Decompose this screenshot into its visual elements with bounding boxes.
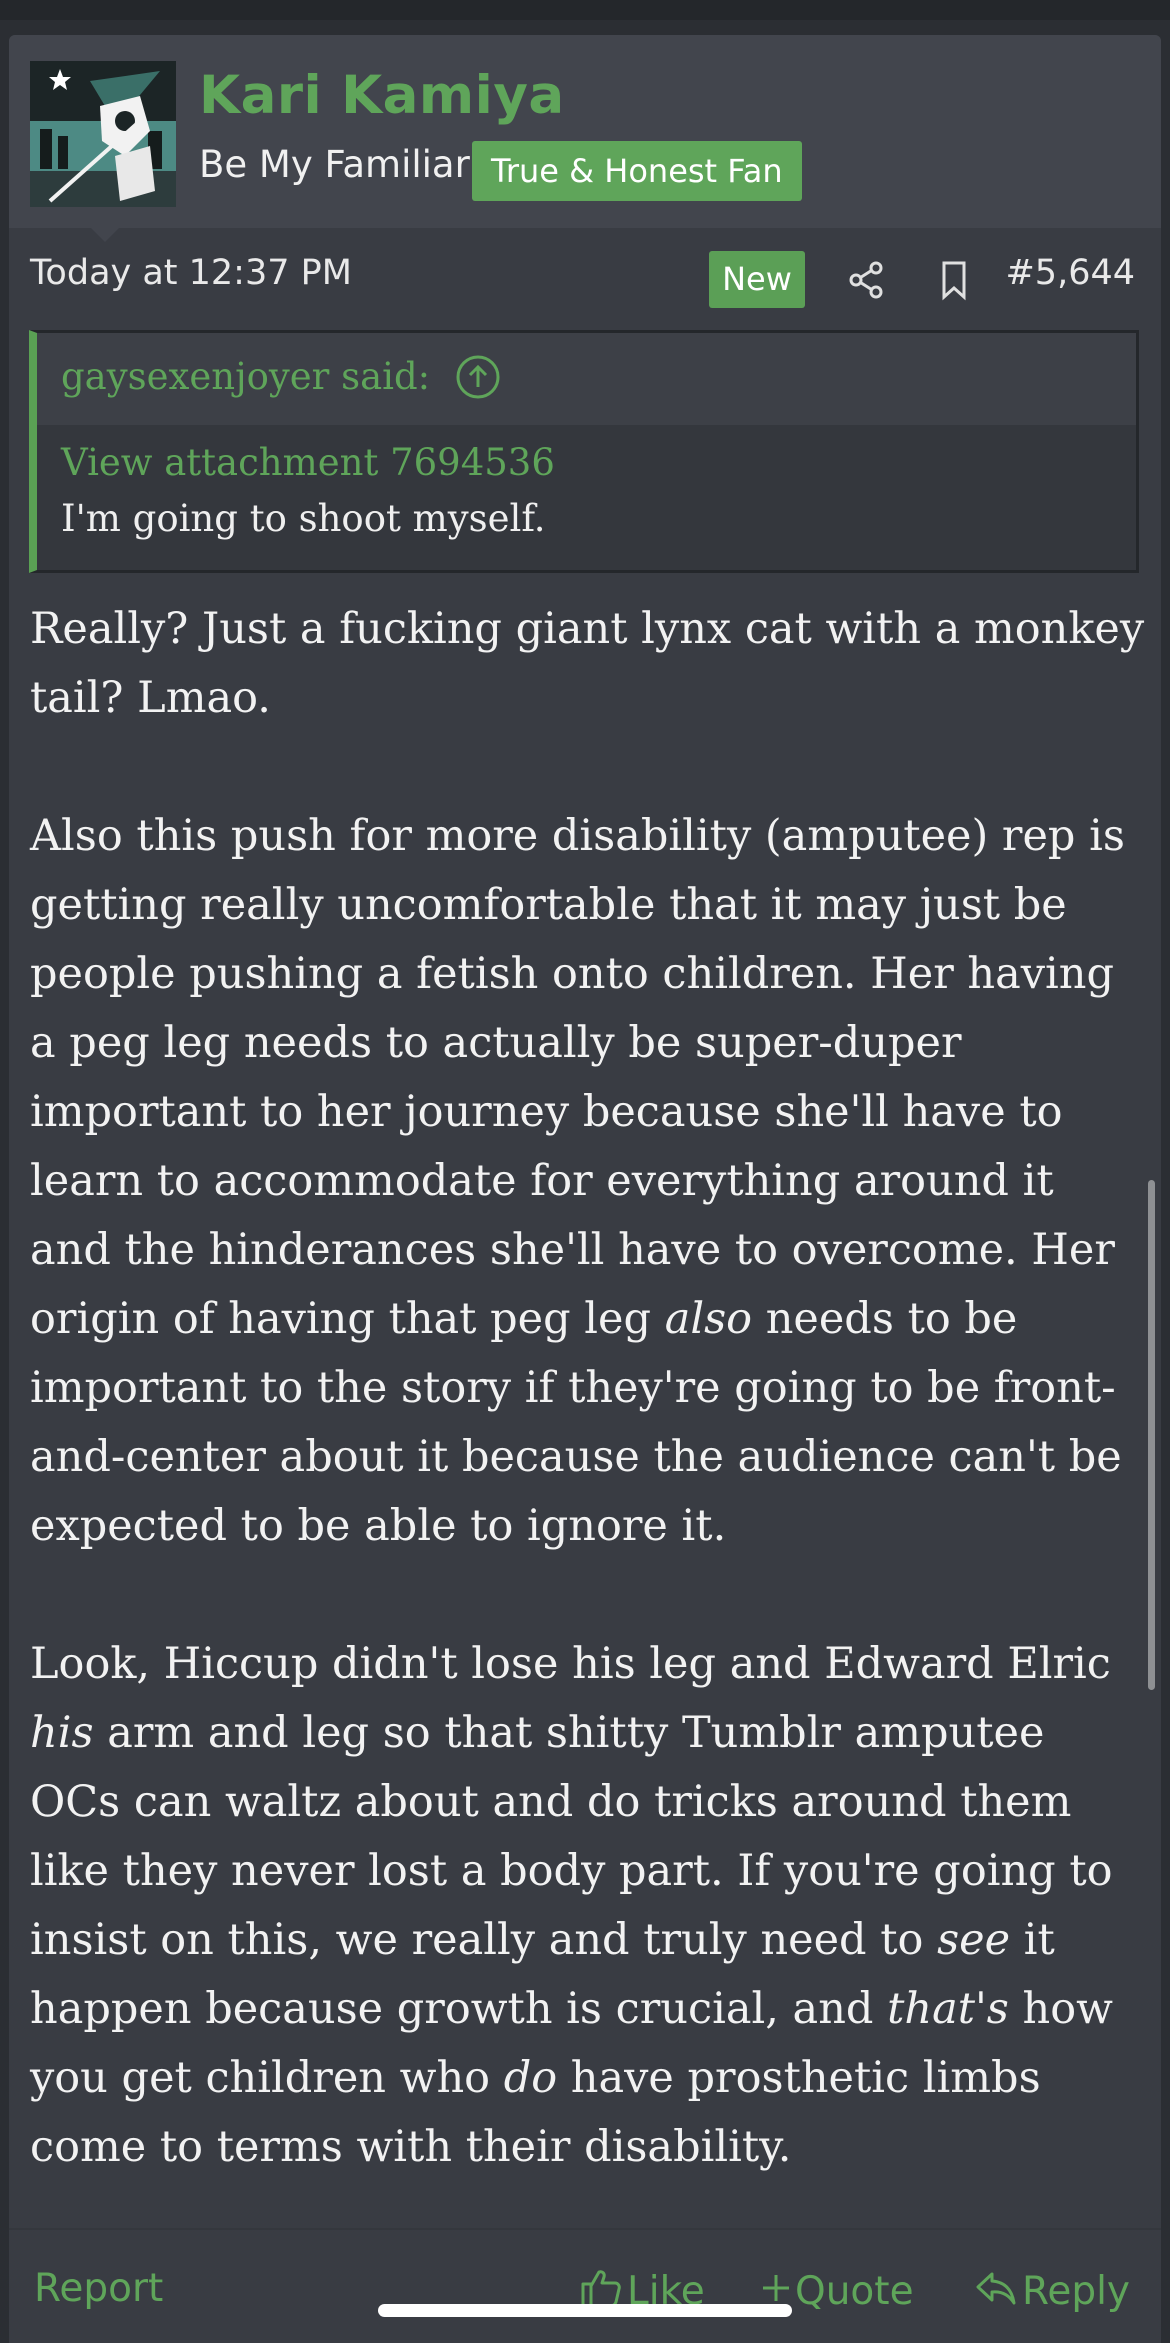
- quote-author[interactable]: gaysexenjoyer said:: [61, 355, 430, 398]
- reply-label: Reply: [1022, 2269, 1131, 2314]
- body-line: expected to be able to ignore it.: [30, 1501, 727, 1551]
- body-line: tail? Lmao.: [30, 673, 271, 723]
- body-line: insist on this, we really and truly need…: [30, 1906, 1161, 1975]
- quote-attachment-link[interactable]: View attachment 7694536: [61, 441, 555, 484]
- body-emphasis: that's: [887, 1984, 1009, 2034]
- top-bar: [0, 0, 1170, 20]
- body-line: like they never lost a body part. If you…: [30, 1846, 1113, 1896]
- post-header: Kari Kamiya Be My Familiar True & Honest…: [9, 35, 1161, 228]
- body-line: Really? Just a fucking giant lynx cat wi…: [30, 604, 1145, 654]
- quote-block: gaysexenjoyer said: View attachment 7694…: [29, 330, 1139, 573]
- report-link[interactable]: Report: [34, 2266, 163, 2311]
- body-line: his arm and leg so that shitty Tumblr am…: [30, 1699, 1161, 1768]
- body-line: Look, Hiccup didn't lose his leg and Edw…: [30, 1639, 1111, 1689]
- quote-header[interactable]: gaysexenjoyer said:: [37, 333, 1136, 425]
- reply-icon: [976, 2272, 1016, 2305]
- body-text-segment: happen because growth is crucial, and: [30, 1984, 874, 2034]
- body-line: learn to accommodate for everything arou…: [30, 1156, 1054, 1206]
- body-line: and the hinderances she'll have to overc…: [30, 1225, 1115, 1275]
- body-emphasis: also: [664, 1294, 753, 1344]
- post-number[interactable]: #5,644: [1005, 253, 1135, 293]
- body-line: Also this push for more disability (ampu…: [30, 811, 1125, 861]
- username[interactable]: Kari Kamiya: [199, 65, 565, 126]
- quote-label: Quote: [795, 2269, 914, 2314]
- body-text-segment: how: [1022, 1984, 1113, 2034]
- body-emphasis: his: [30, 1708, 94, 1758]
- avatar[interactable]: [30, 61, 176, 207]
- arrow-up-circle-icon[interactable]: [455, 354, 501, 400]
- scrollbar[interactable]: [1148, 1180, 1155, 1690]
- bookmark-icon[interactable]: [931, 257, 977, 303]
- body-text-segment: needs to be: [765, 1294, 1018, 1344]
- quote-text: I'm going to shoot myself.: [61, 497, 546, 540]
- body-line: happen because growth is crucial, and th…: [30, 1975, 1161, 2044]
- body-text-segment: insist on this, we really and truly need…: [30, 1915, 924, 1965]
- share-icon[interactable]: [844, 257, 890, 303]
- user-title: Be My Familiar: [199, 143, 470, 186]
- home-indicator[interactable]: [378, 2304, 792, 2317]
- body-line: important to the story if they're going …: [30, 1363, 1116, 1413]
- body-line: origin of having that peg leg also needs…: [30, 1285, 1161, 1354]
- post-body: Really? Just a fucking giant lynx cat wi…: [30, 595, 1161, 2182]
- body-line: and-center about it because the audience…: [30, 1432, 1122, 1482]
- user-banner: True & Honest Fan: [472, 141, 802, 201]
- body-line: a peg leg needs to actually be super-dup…: [30, 1018, 962, 1068]
- new-badge: New: [709, 251, 805, 308]
- body-line: people pushing a fetish onto children. H…: [30, 949, 1115, 999]
- body-line: important to her journey because she'll …: [30, 1087, 1063, 1137]
- post-date[interactable]: Today at 12:37 PM: [30, 253, 352, 293]
- body-line: getting really uncomfortable that it may…: [30, 880, 1067, 930]
- body-text-segment: origin of having that peg leg: [30, 1294, 652, 1344]
- body-emphasis: do: [503, 2053, 558, 2103]
- reply-button[interactable]: Reply: [974, 2266, 1130, 2314]
- body-line: you get children who do have prosthetic …: [30, 2044, 1161, 2113]
- body-line: OCs can waltz about and do tricks around…: [30, 1777, 1072, 1827]
- body-text-segment: arm and leg so that shitty Tumblr ampute…: [107, 1708, 1045, 1758]
- body-emphasis: see: [937, 1915, 1011, 1965]
- body-text-segment: have prosthetic limbs: [570, 2053, 1041, 2103]
- body-text-segment: it: [1023, 1915, 1055, 1965]
- header-pointer: [91, 228, 119, 242]
- body-line: come to terms with their disability.: [30, 2122, 792, 2172]
- forum-post: Kari Kamiya Be My Familiar True & Honest…: [9, 35, 1161, 2343]
- body-text-segment: you get children who: [30, 2053, 491, 2103]
